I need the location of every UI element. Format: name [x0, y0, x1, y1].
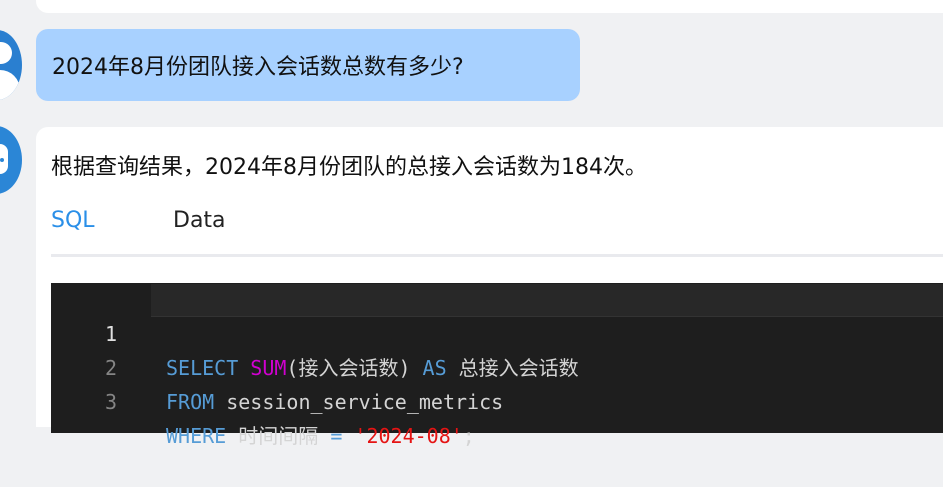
line-number: 3 [104, 390, 117, 414]
user-question-bubble: 2024年8月份团队接入会话数总数有多少? [36, 29, 580, 101]
assistant-answer-text: 根据查询结果，2024年8月份团队的总接入会话数为184次。 [51, 155, 647, 180]
bot-avatar-icon [0, 126, 22, 194]
tab-sql-label: SQL [51, 208, 95, 233]
sql-text: 时间间隔 [226, 424, 331, 448]
tab-data-label: Data [173, 208, 226, 233]
tabs-divider [51, 254, 943, 257]
user-question-text: 2024年8月份团队接入会话数总数有多少? [52, 55, 464, 80]
sql-text: ; [462, 424, 475, 448]
tab-sql[interactable]: SQL [51, 205, 101, 257]
code-line-1: 1 SELECT SUM(接入会话数) AS 总接入会话数 [51, 283, 579, 380]
sql-code-editor[interactable]: 1 SELECT SUM(接入会话数) AS 总接入会话数 2 FROM ses… [51, 283, 943, 448]
tab-data[interactable]: Data [173, 205, 226, 257]
sql-text: (接入会话数) [286, 356, 423, 380]
sql-keyword: AS [422, 356, 447, 380]
sql-function: SUM [250, 356, 287, 380]
user-avatar-icon [0, 30, 22, 100]
result-tabs: SQL Data [51, 205, 943, 257]
previous-message-card [36, 0, 943, 13]
sql-string: '2024-08' [354, 424, 463, 448]
sql-keyword: WHERE [166, 424, 227, 448]
assistant-answer-card: 根据查询结果，2024年8月份团队的总接入会话数为184次。 SQL Data … [36, 127, 943, 448]
sql-keyword: SELECT [166, 356, 251, 380]
sql-text: session_service_metrics [214, 390, 504, 414]
sql-operator: = [330, 424, 343, 448]
code-line-2: 2 FROM session_service_metrics [51, 317, 503, 414]
code-line-3: 3 WHERE 时间间隔 = '2024-08'; [51, 351, 475, 448]
sql-keyword: FROM [166, 390, 215, 414]
code-text: WHERE 时间间隔 = '2024-08'; [166, 419, 475, 453]
code-text: SELECT SUM(接入会话数) AS 总接入会话数 [166, 351, 579, 385]
sql-text: 总接入会话数 [446, 356, 579, 380]
current-line-highlight [151, 284, 943, 317]
code-text: FROM session_service_metrics [166, 385, 503, 419]
